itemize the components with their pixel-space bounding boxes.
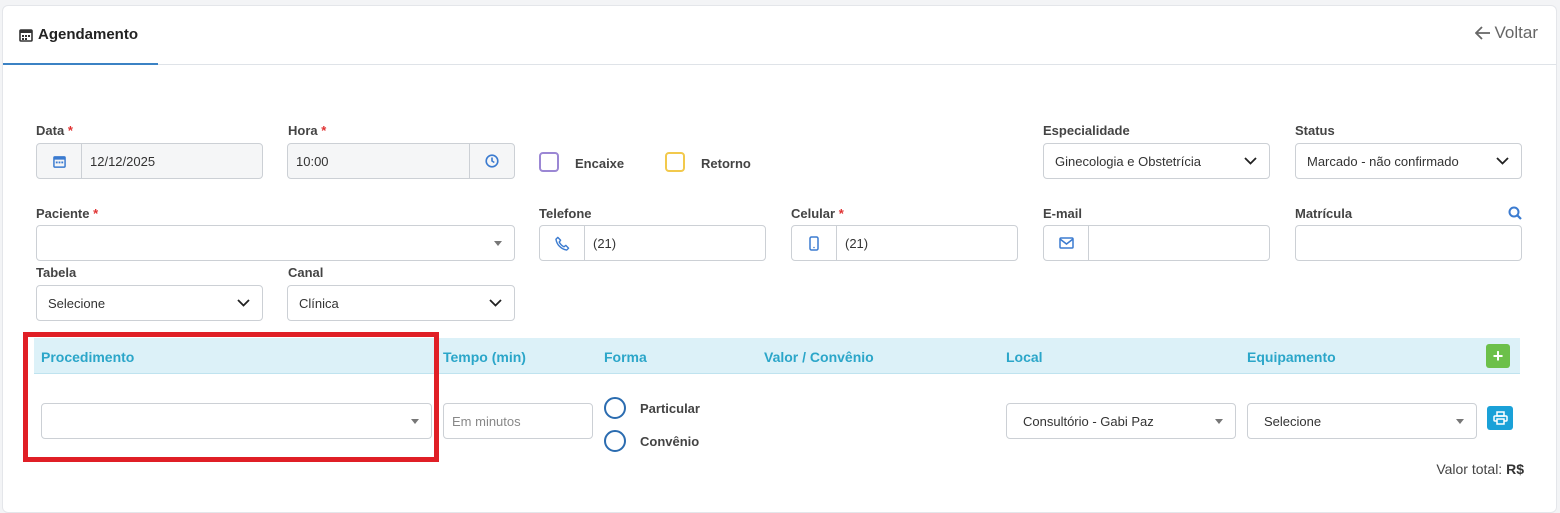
tab-bar: Agendamento Voltar xyxy=(3,6,1556,65)
back-label: Voltar xyxy=(1494,23,1538,42)
matricula-field[interactable] xyxy=(1295,225,1522,261)
hora-label: Hora * xyxy=(288,123,327,138)
header-tempo: Tempo (min) xyxy=(443,349,526,365)
retorno-label: Retorno xyxy=(701,156,751,171)
phone-icon xyxy=(554,236,569,251)
envelope-icon xyxy=(1058,237,1074,249)
chevron-down-icon xyxy=(237,299,250,307)
telefone-field[interactable]: (21) xyxy=(539,225,766,261)
header-forma: Forma xyxy=(604,349,647,365)
paciente-label: Paciente * xyxy=(36,206,99,221)
celular-label: Celular * xyxy=(791,206,844,221)
mobile-addon xyxy=(792,226,837,260)
tempo-placeholder: Em minutos xyxy=(452,413,521,429)
especialidade-value: Ginecologia e Obstetrícia xyxy=(1055,153,1201,169)
search-icon[interactable] xyxy=(1508,206,1522,220)
telefone-label: Telefone xyxy=(539,206,592,221)
retorno-checkbox[interactable] xyxy=(665,152,685,172)
radio-particular-label: Particular xyxy=(640,401,700,416)
radio-convenio[interactable] xyxy=(604,430,626,452)
tempo-input[interactable]: Em minutos xyxy=(443,403,593,439)
tabela-value: Selecione xyxy=(48,295,106,311)
printer-icon xyxy=(1492,411,1508,425)
caret-down-icon xyxy=(1456,418,1464,424)
email-label: E-mail xyxy=(1043,206,1083,221)
encaixe-label: Encaixe xyxy=(575,156,625,171)
back-button[interactable]: Voltar xyxy=(1474,23,1538,43)
add-procedure-button[interactable]: + xyxy=(1486,344,1510,368)
chevron-down-icon xyxy=(489,299,502,307)
phone-addon xyxy=(540,226,585,260)
hora-field[interactable]: 10:00 xyxy=(287,143,515,179)
header-valor-convenio: Valor / Convênio xyxy=(764,349,874,365)
canal-label: Canal xyxy=(288,265,324,280)
procedimento-highlight-box xyxy=(23,332,439,462)
tabela-label: Tabela xyxy=(36,265,77,280)
caret-down-icon xyxy=(494,240,502,246)
calendar-icon xyxy=(52,155,66,168)
envelope-addon xyxy=(1044,226,1089,260)
chevron-down-icon xyxy=(1496,157,1509,165)
tab-agendamento[interactable]: Agendamento xyxy=(3,6,158,65)
header-local: Local xyxy=(1006,349,1043,365)
data-label: Data * xyxy=(36,123,73,138)
arrow-left-icon xyxy=(1474,26,1490,40)
status-value: Marcado - não confirmado xyxy=(1307,153,1459,169)
clock-addon[interactable] xyxy=(469,144,514,178)
tab-label: Agendamento xyxy=(38,26,139,43)
calendar-addon[interactable] xyxy=(37,144,82,178)
data-value: 12/12/2025 xyxy=(90,153,156,169)
calendar-icon xyxy=(19,28,33,42)
especialidade-label: Especialidade xyxy=(1043,123,1130,138)
canal-value: Clínica xyxy=(299,295,339,311)
chevron-down-icon xyxy=(1244,157,1257,165)
status-select[interactable]: Marcado - não confirmado xyxy=(1295,143,1522,179)
paciente-select[interactable] xyxy=(36,225,515,261)
print-button[interactable] xyxy=(1487,406,1513,430)
especialidade-select[interactable]: Ginecologia e Obstetrícia xyxy=(1043,143,1270,179)
encaixe-checkbox[interactable] xyxy=(539,152,559,172)
hora-value: 10:00 xyxy=(296,153,329,169)
plus-icon: + xyxy=(1492,345,1504,366)
radio-particular[interactable] xyxy=(604,397,626,419)
telefone-value: (21) xyxy=(593,235,617,251)
status-label: Status xyxy=(1295,123,1335,138)
header-equipamento: Equipamento xyxy=(1247,349,1336,365)
celular-value: (21) xyxy=(845,235,869,251)
clock-icon xyxy=(485,154,499,168)
local-value: Consultório - Gabi Paz xyxy=(1023,413,1154,429)
canal-select[interactable]: Clínica xyxy=(287,285,515,321)
radio-convenio-label: Convênio xyxy=(640,434,700,449)
data-field[interactable]: 12/12/2025 xyxy=(36,143,263,179)
matricula-label: Matrícula xyxy=(1295,206,1353,221)
celular-field[interactable]: (21) xyxy=(791,225,1018,261)
email-field[interactable] xyxy=(1043,225,1270,261)
mobile-icon xyxy=(809,235,819,251)
caret-down-icon xyxy=(1215,418,1223,424)
total-value: Valor total: R$ xyxy=(1436,461,1524,477)
local-select[interactable]: Consultório - Gabi Paz xyxy=(1006,403,1236,439)
equipamento-select[interactable]: Selecione xyxy=(1247,403,1477,439)
equipamento-value: Selecione xyxy=(1264,413,1322,429)
tabela-select[interactable]: Selecione xyxy=(36,285,263,321)
